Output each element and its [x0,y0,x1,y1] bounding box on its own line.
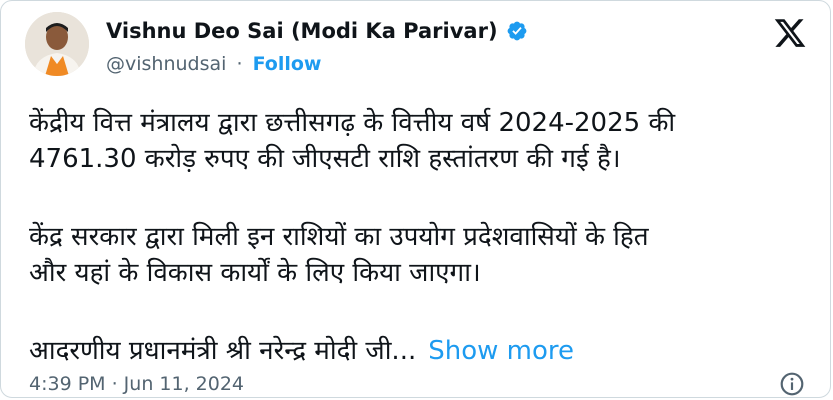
x-logo-icon[interactable] [773,16,807,50]
tweet-timestamp[interactable]: 4:39 PM · Jun 11, 2024 [29,373,244,395]
avatar[interactable] [25,12,89,76]
tweet-line: 4761.30 करोड़ रुपए की जीएसटी राशि हस्तां… [29,144,621,174]
tweet-text: केंद्रीय वित्त मंत्रालय द्वारा छत्तीसगढ़… [29,105,819,369]
tweet-line: और यहां के विकास कार्यों के लिए किया जाए… [29,258,481,288]
author-name[interactable]: Vishnu Deo Sai (Modi Ka Parivar) [106,19,498,43]
separator-dot: · [236,53,243,75]
tweet-line: केंद्र सरकार द्वारा मिली इन राशियों का उ… [29,222,649,252]
follow-button[interactable]: Follow [253,53,322,75]
tweet-last-line: आदरणीय प्रधानमंत्री श्री नरेन्द्र मोदी ज… [29,333,819,369]
show-more-link[interactable]: Show more [428,336,574,366]
tweet-line: केंद्रीय वित्त मंत्रालय द्वारा छत्तीसगढ़… [29,108,676,138]
info-icon[interactable] [779,371,805,397]
handle-row: @vishnudsai · Follow [106,53,321,75]
author-handle[interactable]: @vishnudsai [106,53,226,75]
tweet-card: Vishnu Deo Sai (Modi Ka Parivar) @vishnu… [0,0,831,398]
profile-avatar-image [25,12,89,76]
tweet-line: आदरणीय प्रधानमंत्री श्री नरेन्द्र मोदी ज… [29,336,417,366]
author-name-row: Vishnu Deo Sai (Modi Ka Parivar) [106,19,528,43]
verified-badge-icon [507,21,526,41]
